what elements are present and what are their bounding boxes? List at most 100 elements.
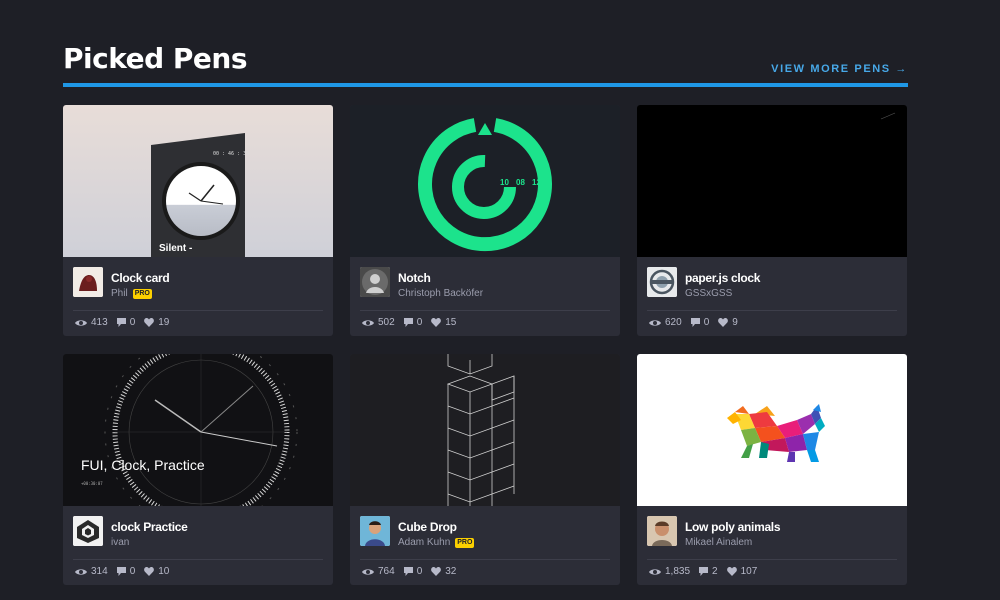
author-name[interactable]: Christoph Backöfer (398, 288, 483, 299)
views-stat[interactable]: 314 (75, 566, 108, 577)
author-name[interactable]: Adam Kuhn (398, 537, 450, 548)
paperjs-clock-preview (637, 105, 907, 257)
author-name[interactable]: Phil (111, 288, 128, 299)
pen-title[interactable]: clock Practice (111, 520, 188, 534)
heart-icon (431, 567, 442, 576)
pen-thumbnail[interactable]: 00 : 46 : 35 Silent - (63, 105, 333, 257)
comments-count: 0 (416, 317, 423, 328)
comment-icon (690, 318, 700, 327)
likes-stat[interactable]: 107 (726, 566, 758, 577)
pen-thumbnail[interactable] (637, 105, 907, 257)
author-name[interactable]: ivan (111, 537, 129, 548)
divider (360, 559, 610, 560)
pen-thumbnail[interactable]: FUI, Clock, Practice +00:30:07 (63, 354, 333, 506)
comments-stat[interactable]: 0 (403, 566, 422, 577)
author-line: ivan (111, 537, 129, 548)
svg-text:10: 10 (500, 178, 509, 187)
pen-thumbnail[interactable] (637, 354, 907, 506)
eye-icon (75, 319, 87, 326)
pen-title[interactable]: Clock card (111, 271, 170, 285)
comments-stat[interactable]: 0 (116, 566, 136, 577)
likes-count: 107 (740, 566, 758, 577)
views-count: 764 (378, 566, 395, 577)
pen-meta: Low poly animals Mikael Ainalem 1,835 2 … (637, 506, 907, 585)
heart-icon (431, 318, 442, 327)
eye-icon (649, 319, 661, 326)
pen-stats: 314 0 10 (75, 566, 169, 577)
comments-stat[interactable]: 0 (403, 317, 423, 328)
pro-badge[interactable]: PRO (455, 537, 475, 548)
avatar[interactable] (647, 516, 677, 546)
likes-stat[interactable]: 9 (718, 317, 738, 328)
heart-icon (718, 318, 729, 327)
clock-card-preview: 00 : 46 : 35 Silent - (63, 105, 333, 257)
likes-stat[interactable]: 19 (144, 317, 169, 328)
author-line: Adam Kuhn PRO (398, 537, 475, 548)
views-stat[interactable]: 1,835 (649, 566, 690, 577)
eye-icon (649, 568, 661, 575)
heart-icon (726, 567, 737, 576)
author-line: Christoph Backöfer (398, 288, 483, 299)
likes-stat[interactable]: 15 (431, 317, 456, 328)
pen-meta: Cube Drop Adam Kuhn PRO 764 0 32 (350, 506, 620, 585)
likes-count: 15 (445, 317, 457, 328)
comment-icon (403, 567, 413, 576)
comments-count: 2 (712, 566, 718, 577)
divider (647, 310, 897, 311)
pen-thumbnail[interactable] (350, 354, 620, 506)
divider (73, 310, 323, 311)
section-title: Picked Pens (63, 42, 247, 75)
divider (360, 310, 610, 311)
views-stat[interactable]: 413 (75, 317, 108, 328)
likes-stat[interactable]: 10 (144, 566, 169, 577)
pen-card[interactable]: Low poly animals Mikael Ainalem 1,835 2 … (637, 354, 907, 585)
pen-card[interactable]: 10 08 12 Notch Christoph Backöfer 502 0 … (350, 105, 620, 336)
pro-badge[interactable]: PRO (132, 288, 152, 299)
comments-stat[interactable]: 2 (699, 566, 718, 577)
comments-count: 0 (129, 317, 136, 328)
pen-title[interactable]: Low poly animals (685, 520, 781, 534)
divider (73, 559, 323, 560)
avatar[interactable] (73, 516, 103, 546)
pen-meta: clock Practice ivan 314 0 10 (63, 506, 333, 585)
clock-practice-preview: FUI, Clock, Practice +00:30:07 (63, 354, 333, 506)
avatar[interactable] (360, 516, 390, 546)
svg-text:+00:30:07: +00:30:07 (81, 481, 103, 486)
pen-meta: Clock card Phil PRO 413 0 19 (63, 257, 333, 336)
pen-title[interactable]: paper.js clock (685, 271, 760, 285)
low-poly-animals-preview (637, 354, 907, 506)
comments-count: 0 (129, 566, 136, 577)
pen-card[interactable]: FUI, Clock, Practice +00:30:07 clock Pra… (63, 354, 333, 585)
pen-thumbnail[interactable]: 10 08 12 (350, 105, 620, 257)
pen-card[interactable]: 00 : 46 : 35 Silent - Clock card Phil PR… (63, 105, 333, 336)
views-stat[interactable]: 764 (362, 566, 395, 577)
view-more-pens-link[interactable]: VIEW MORE PENS → (771, 63, 908, 75)
views-stat[interactable]: 502 (362, 317, 395, 328)
comment-icon (116, 567, 126, 576)
likes-count: 10 (158, 566, 170, 577)
avatar[interactable] (647, 267, 677, 297)
views-stat[interactable]: 620 (649, 317, 682, 328)
cube-drop-preview (350, 354, 620, 506)
pen-stats: 1,835 2 107 (649, 566, 757, 577)
pen-title[interactable]: Cube Drop (398, 520, 457, 534)
avatar[interactable] (73, 267, 103, 297)
author-name[interactable]: GSSxGSS (685, 288, 732, 299)
author-name[interactable]: Mikael Ainalem (685, 537, 752, 548)
likes-stat[interactable]: 32 (431, 566, 456, 577)
views-count: 1,835 (665, 566, 691, 577)
likes-count: 32 (445, 566, 457, 577)
comments-count: 0 (703, 317, 710, 328)
views-count: 314 (91, 566, 108, 577)
comments-stat[interactable]: 0 (690, 317, 710, 328)
pen-title[interactable]: Notch (398, 271, 431, 285)
svg-text:00 : 46 : 35: 00 : 46 : 35 (213, 151, 249, 157)
avatar[interactable] (360, 267, 390, 297)
eye-icon (75, 568, 87, 575)
svg-text:Silent -: Silent - (159, 243, 192, 254)
pen-card[interactable]: paper.js clock GSSxGSS 620 0 9 (637, 105, 907, 336)
comments-stat[interactable]: 0 (116, 317, 136, 328)
picked-pens-section: Picked Pens VIEW MORE PENS → (63, 40, 908, 87)
views-count: 502 (378, 317, 395, 328)
pen-card[interactable]: Cube Drop Adam Kuhn PRO 764 0 32 (350, 354, 620, 585)
